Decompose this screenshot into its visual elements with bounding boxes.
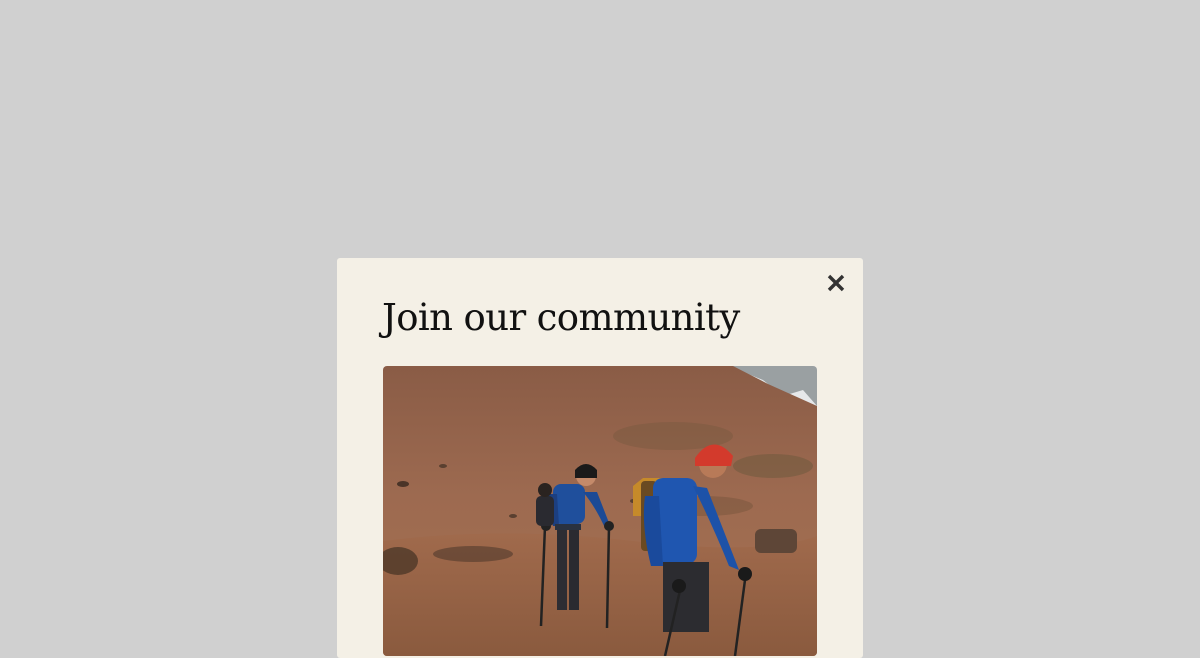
- modal-title: Join our community: [382, 296, 740, 339]
- hikers-image: [383, 366, 817, 656]
- close-button[interactable]: [823, 270, 849, 296]
- close-icon[interactable]: [827, 274, 845, 292]
- signup-modal: Join our community: [337, 258, 863, 658]
- hikers-photo: [383, 366, 817, 656]
